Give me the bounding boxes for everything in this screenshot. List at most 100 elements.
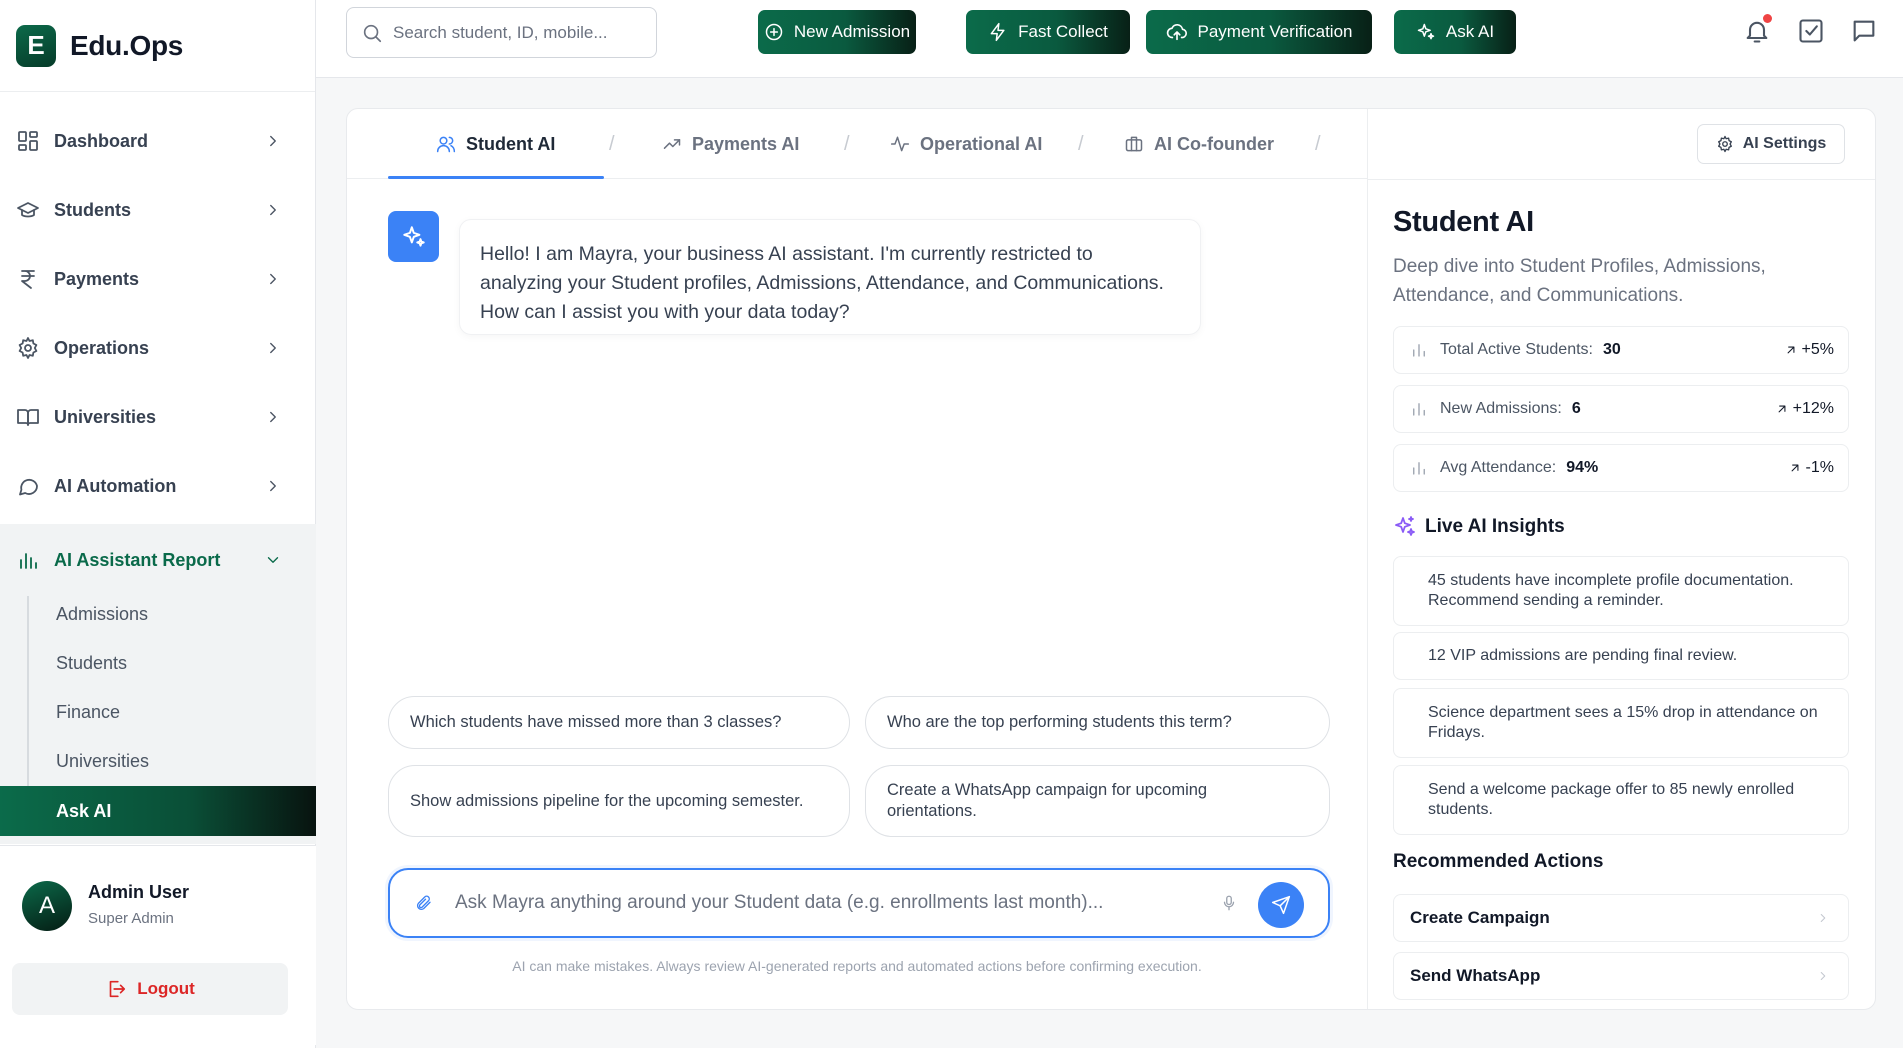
ai-settings-label: AI Settings bbox=[1742, 135, 1827, 152]
sidebar-item-ai-assistant-report[interactable]: AI Assistant Report bbox=[0, 524, 316, 596]
stat-trend: +12% bbox=[1775, 400, 1834, 418]
button-label: Payment Verification bbox=[1197, 22, 1353, 41]
fast-collect-button[interactable]: Fast Collect bbox=[966, 10, 1130, 54]
sidebar-item-label: Students bbox=[54, 199, 132, 220]
chevron-right-icon bbox=[270, 342, 276, 354]
tab-student-ai[interactable]: Student AI bbox=[436, 109, 555, 179]
button-label: Ask AI bbox=[1445, 22, 1495, 41]
payment-verification-button[interactable]: Payment Verification bbox=[1146, 10, 1372, 54]
search-input[interactable] bbox=[393, 22, 643, 43]
tab-operational-ai[interactable]: Operational AI bbox=[890, 109, 1042, 179]
suggestion-chip[interactable]: Who are the top performing students this… bbox=[865, 696, 1330, 749]
suggestion-chip[interactable]: Show admissions pipeline for the upcomin… bbox=[388, 765, 850, 837]
graduation-cap-icon bbox=[17, 202, 39, 218]
insights-title: Live AI Insights bbox=[1425, 516, 1565, 537]
activity-icon bbox=[890, 136, 910, 152]
trend-value: +5% bbox=[1801, 341, 1834, 358]
gear-icon bbox=[18, 337, 38, 359]
sidebar-item-payments[interactable]: Payments bbox=[0, 247, 316, 311]
tab-label: Operational AI bbox=[920, 133, 1043, 154]
create-campaign-action[interactable]: Create Campaign bbox=[1393, 894, 1849, 942]
trend-value: -1% bbox=[1805, 459, 1834, 476]
brand-logo: E bbox=[16, 24, 56, 67]
submenu-guide-line bbox=[27, 596, 29, 786]
checkbox-icon[interactable] bbox=[1797, 17, 1825, 45]
send-icon bbox=[1271, 895, 1291, 915]
tab-separator: / bbox=[844, 133, 850, 155]
insight-card[interactable]: 12 VIP admissions are pending final revi… bbox=[1393, 632, 1849, 680]
logout-button[interactable]: Logout bbox=[12, 963, 288, 1015]
stat-value: 30 bbox=[1602, 341, 1621, 358]
user-role: Super Admin bbox=[88, 910, 174, 927]
panel-title: Student AI bbox=[1393, 206, 1534, 238]
avatar[interactable]: A bbox=[22, 881, 72, 931]
chat-input[interactable] bbox=[455, 892, 1215, 914]
suggestion-chip[interactable]: Create a WhatsApp campaign for upcoming … bbox=[865, 765, 1330, 837]
arrow-up-right-icon bbox=[1778, 405, 1786, 413]
bar-chart-icon bbox=[1413, 344, 1425, 357]
new-admission-button[interactable]: New Admission bbox=[758, 10, 916, 54]
chevron-right-icon bbox=[270, 273, 276, 285]
stat-label: Avg Attendance: bbox=[1440, 459, 1557, 476]
bar-chart-icon bbox=[1413, 403, 1425, 416]
insight-card[interactable]: Science department sees a 15% drop in at… bbox=[1393, 688, 1849, 758]
submenu-item-admissions[interactable]: Admissions bbox=[56, 604, 148, 625]
stat-value: 6 bbox=[1571, 400, 1581, 417]
sidebar-item-label: Universities bbox=[54, 406, 157, 427]
grid-icon bbox=[18, 131, 38, 151]
trend-value: +12% bbox=[1792, 400, 1834, 417]
chat-bubble-icon bbox=[19, 478, 38, 496]
users-icon bbox=[436, 136, 456, 153]
submenu-item-universities[interactable]: Universities bbox=[56, 751, 149, 772]
plus-circle-icon bbox=[765, 23, 783, 41]
stat-card-new-admissions: New Admissions: 6 +12% bbox=[1393, 385, 1849, 433]
cloud-upload-icon bbox=[1166, 23, 1187, 41]
paperclip-icon[interactable] bbox=[415, 894, 433, 912]
ask-ai-button[interactable]: Ask AI bbox=[1394, 10, 1516, 54]
suggestion-chip[interactable]: Which students have missed more than 3 c… bbox=[388, 696, 850, 749]
bar-chart-icon bbox=[1413, 462, 1425, 475]
stat-card-total-active-students: Total Active Students: 30 +5% bbox=[1393, 326, 1849, 374]
insights-heading: Live AI Insights bbox=[1393, 515, 1565, 539]
microphone-icon[interactable] bbox=[1220, 894, 1238, 912]
user-card: A Admin User Super Admin Logout bbox=[0, 845, 316, 1045]
logout-icon bbox=[109, 980, 126, 998]
lightning-icon bbox=[990, 22, 1005, 42]
submenu-item-ask-ai[interactable]: Ask AI bbox=[0, 786, 316, 836]
insight-card[interactable]: 45 students have incomplete profile docu… bbox=[1393, 556, 1849, 626]
message-icon[interactable] bbox=[1850, 17, 1878, 45]
tab-payments-ai[interactable]: Payments AI bbox=[662, 109, 799, 179]
submenu-item-finance[interactable]: Finance bbox=[56, 702, 120, 723]
action-label: Send WhatsApp bbox=[1410, 966, 1541, 985]
send-whatsapp-action[interactable]: Send WhatsApp bbox=[1393, 952, 1849, 1000]
submenu-item-students[interactable]: Students bbox=[56, 653, 127, 674]
sidebar-item-universities[interactable]: Universities bbox=[0, 385, 316, 449]
notification-badge bbox=[1763, 14, 1772, 23]
sparkles-icon bbox=[1395, 516, 1415, 536]
send-button[interactable] bbox=[1258, 882, 1304, 928]
arrow-up-right-icon bbox=[1791, 464, 1798, 472]
sidebar-item-label: Operations bbox=[54, 337, 150, 358]
top-bar: New Admission Fast Collect Payment Verif… bbox=[316, 0, 1903, 78]
stat-trend: +5% bbox=[1784, 341, 1834, 359]
insight-card[interactable]: Send a welcome package offer to 85 newly… bbox=[1393, 765, 1849, 835]
tab-separator: / bbox=[609, 133, 615, 155]
brand-name: Edu.Ops bbox=[70, 29, 184, 61]
chevron-right-icon bbox=[1820, 971, 1826, 981]
trending-up-icon bbox=[663, 139, 681, 149]
sidebar-item-operations[interactable]: Operations bbox=[0, 316, 316, 380]
search-box[interactable] bbox=[346, 7, 657, 58]
ai-settings-button[interactable]: AI Settings bbox=[1697, 124, 1845, 164]
button-label: Fast Collect bbox=[1018, 22, 1108, 41]
chat-input-box[interactable] bbox=[388, 868, 1330, 938]
brand[interactable]: E Edu.Ops bbox=[0, 0, 315, 92]
sidebar-item-students[interactable]: Students bbox=[0, 178, 316, 242]
sidebar-item-dashboard[interactable]: Dashboard bbox=[0, 109, 316, 173]
stat-trend: -1% bbox=[1788, 459, 1834, 477]
tab-ai-co-founder[interactable]: AI Co-founder bbox=[1124, 109, 1274, 179]
active-tab-indicator bbox=[388, 176, 604, 179]
ai-disclaimer: AI can make mistakes. Always review AI-g… bbox=[512, 958, 1202, 974]
sidebar-item-ai-automation[interactable]: AI Automation bbox=[0, 454, 316, 518]
rupee-icon bbox=[21, 270, 35, 289]
stat-label: Total Active Students: bbox=[1440, 341, 1593, 358]
